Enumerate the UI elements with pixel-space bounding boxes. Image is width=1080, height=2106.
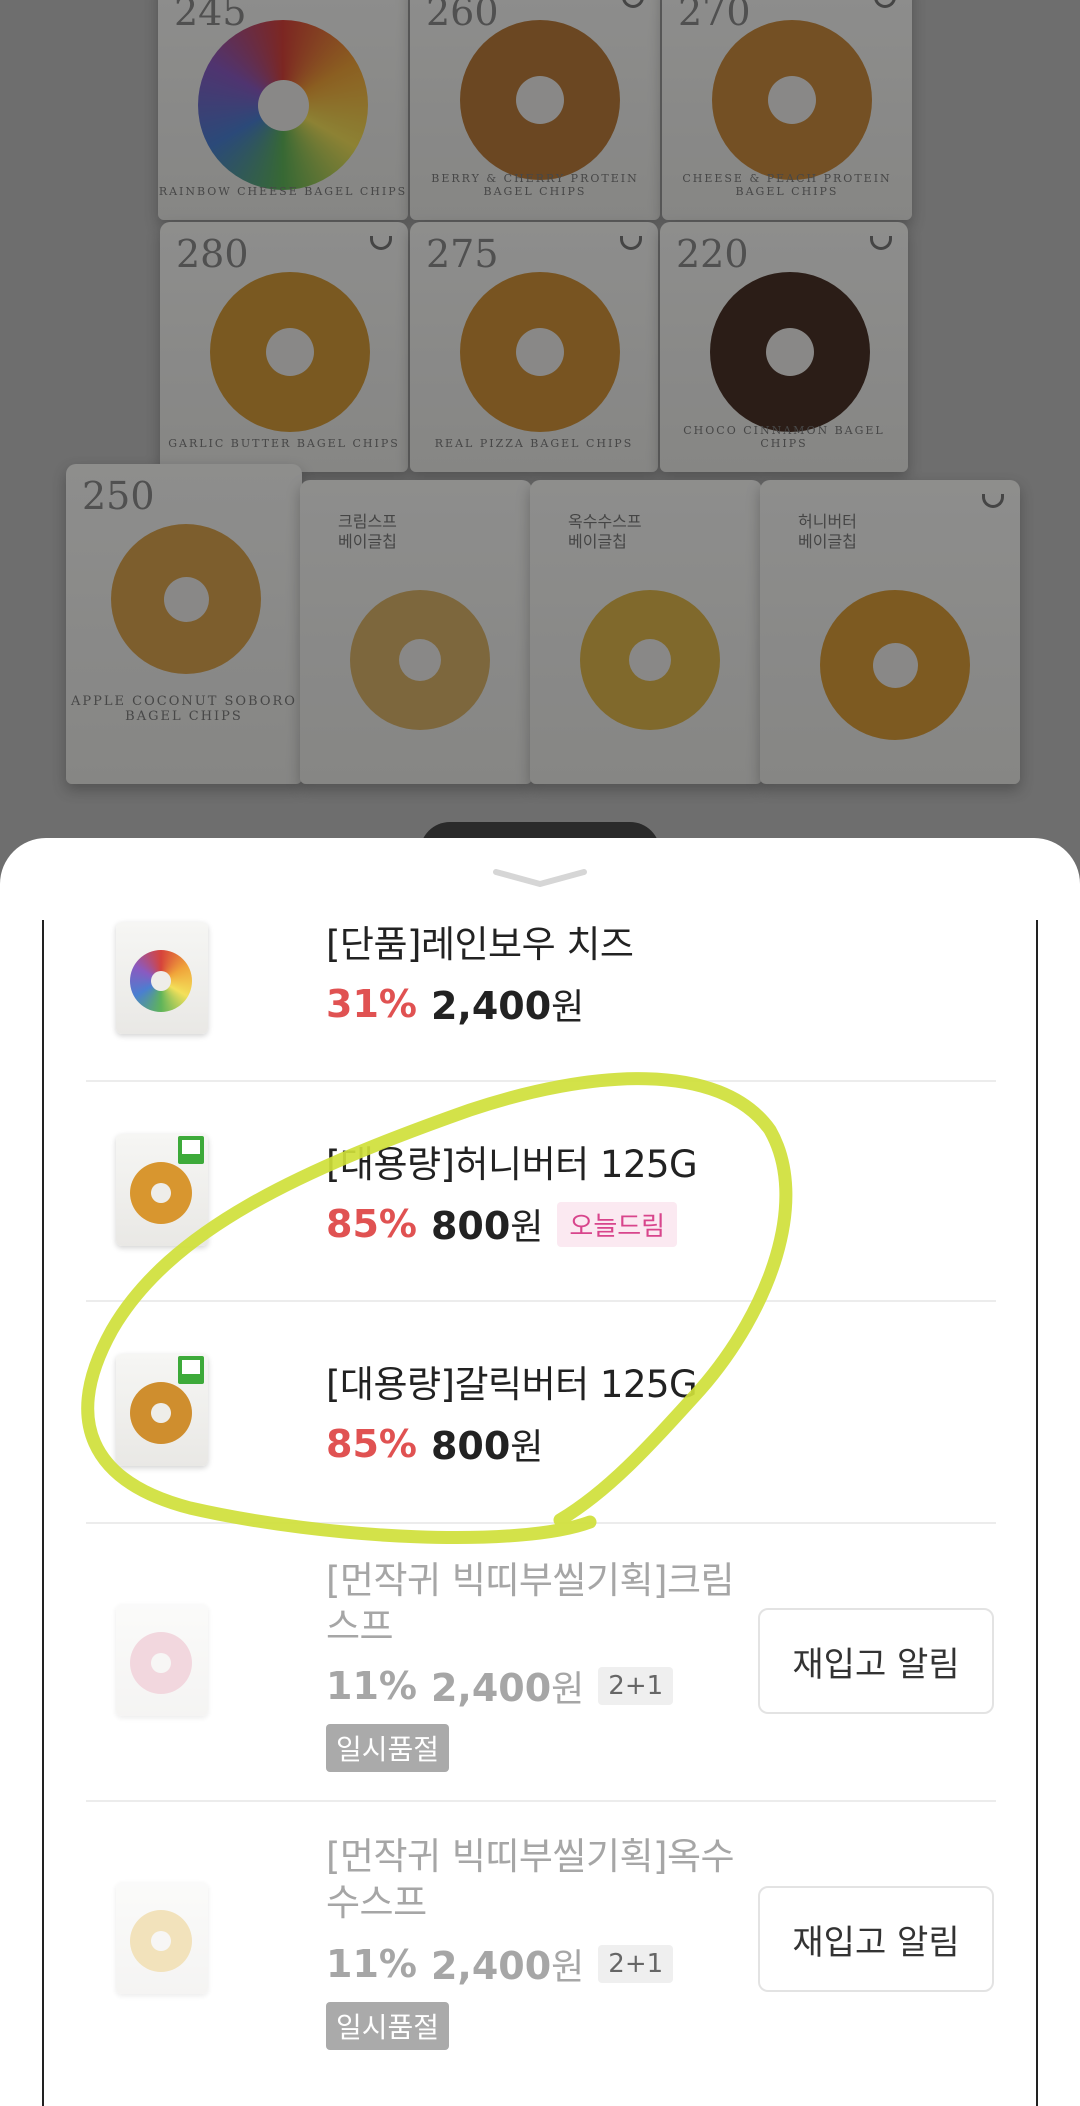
soldout-badge: 일시품절 <box>326 2002 450 2050</box>
list-item: [먼작귀 빅띠부씰기획]옥수수스프 11% 2,400원 2+1 일시품절 재입… <box>86 1802 996 2080</box>
item-name: [먼작귀 빅띠부씰기획]옥수수스프 <box>326 1835 735 1924</box>
product-hero-image: 245 RAINBOW CHEESE BAGEL CHIPS 260 BERRY… <box>0 0 1080 900</box>
item-name: [대용량]허니버터 125G <box>326 1143 698 1186</box>
promo-badge: 2+1 <box>598 1667 674 1705</box>
product-thumbnail <box>116 1882 208 1994</box>
list-item[interactable]: [대용량]갈릭버터 125G 85% 800원 <box>86 1302 996 1524</box>
delivery-badge: 오늘드림 <box>557 1201 678 1247</box>
soldout-badge: 일시품절 <box>326 1724 450 1772</box>
promo-badge: 2+1 <box>598 1945 674 1983</box>
discount-rate: 85% <box>326 1202 417 1246</box>
discount-rate: 31% <box>326 982 417 1026</box>
restock-alert-button[interactable]: 재입고 알림 <box>758 1608 994 1714</box>
item-name: [대용량]갈릭버터 125G <box>326 1363 698 1406</box>
option-bottom-sheet: [단품]레인보우 치즈 31% 2,400원 [대용량]허니버터 125G 85… <box>0 838 1080 2106</box>
item-price: 800원 <box>430 1204 544 1248</box>
product-thumbnail <box>116 1354 208 1466</box>
product-thumbnail <box>116 922 208 1034</box>
item-price: 2,400원 <box>430 1666 585 1710</box>
item-price: 800원 <box>430 1424 544 1468</box>
product-thumbnail <box>116 1134 208 1246</box>
overlay-dim[interactable] <box>0 0 1080 900</box>
item-price: 2,400원 <box>430 1944 585 1988</box>
list-item: [먼작귀 빅띠부씰기획]크림스프 11% 2,400원 2+1 일시품절 재입고… <box>86 1524 996 1802</box>
discount-rate: 11% <box>326 1664 417 1708</box>
list-item[interactable]: [대용량]허니버터 125G 85% 800원 오늘드림 <box>86 1082 996 1302</box>
item-price: 2,400원 <box>430 984 585 1028</box>
list-item[interactable]: [단품]레인보우 치즈 31% 2,400원 <box>86 920 996 1082</box>
item-name: [먼작귀 빅띠부씰기획]크림스프 <box>326 1559 735 1648</box>
discount-rate: 11% <box>326 1942 417 1986</box>
chevron-down-icon[interactable] <box>492 868 588 890</box>
item-name: [단품]레인보우 치즈 <box>326 923 634 966</box>
discount-rate: 85% <box>326 1422 417 1466</box>
restock-alert-button[interactable]: 재입고 알림 <box>758 1886 994 1992</box>
product-thumbnail <box>116 1604 208 1716</box>
option-list: [단품]레인보우 치즈 31% 2,400원 [대용량]허니버터 125G 85… <box>42 920 1038 2106</box>
